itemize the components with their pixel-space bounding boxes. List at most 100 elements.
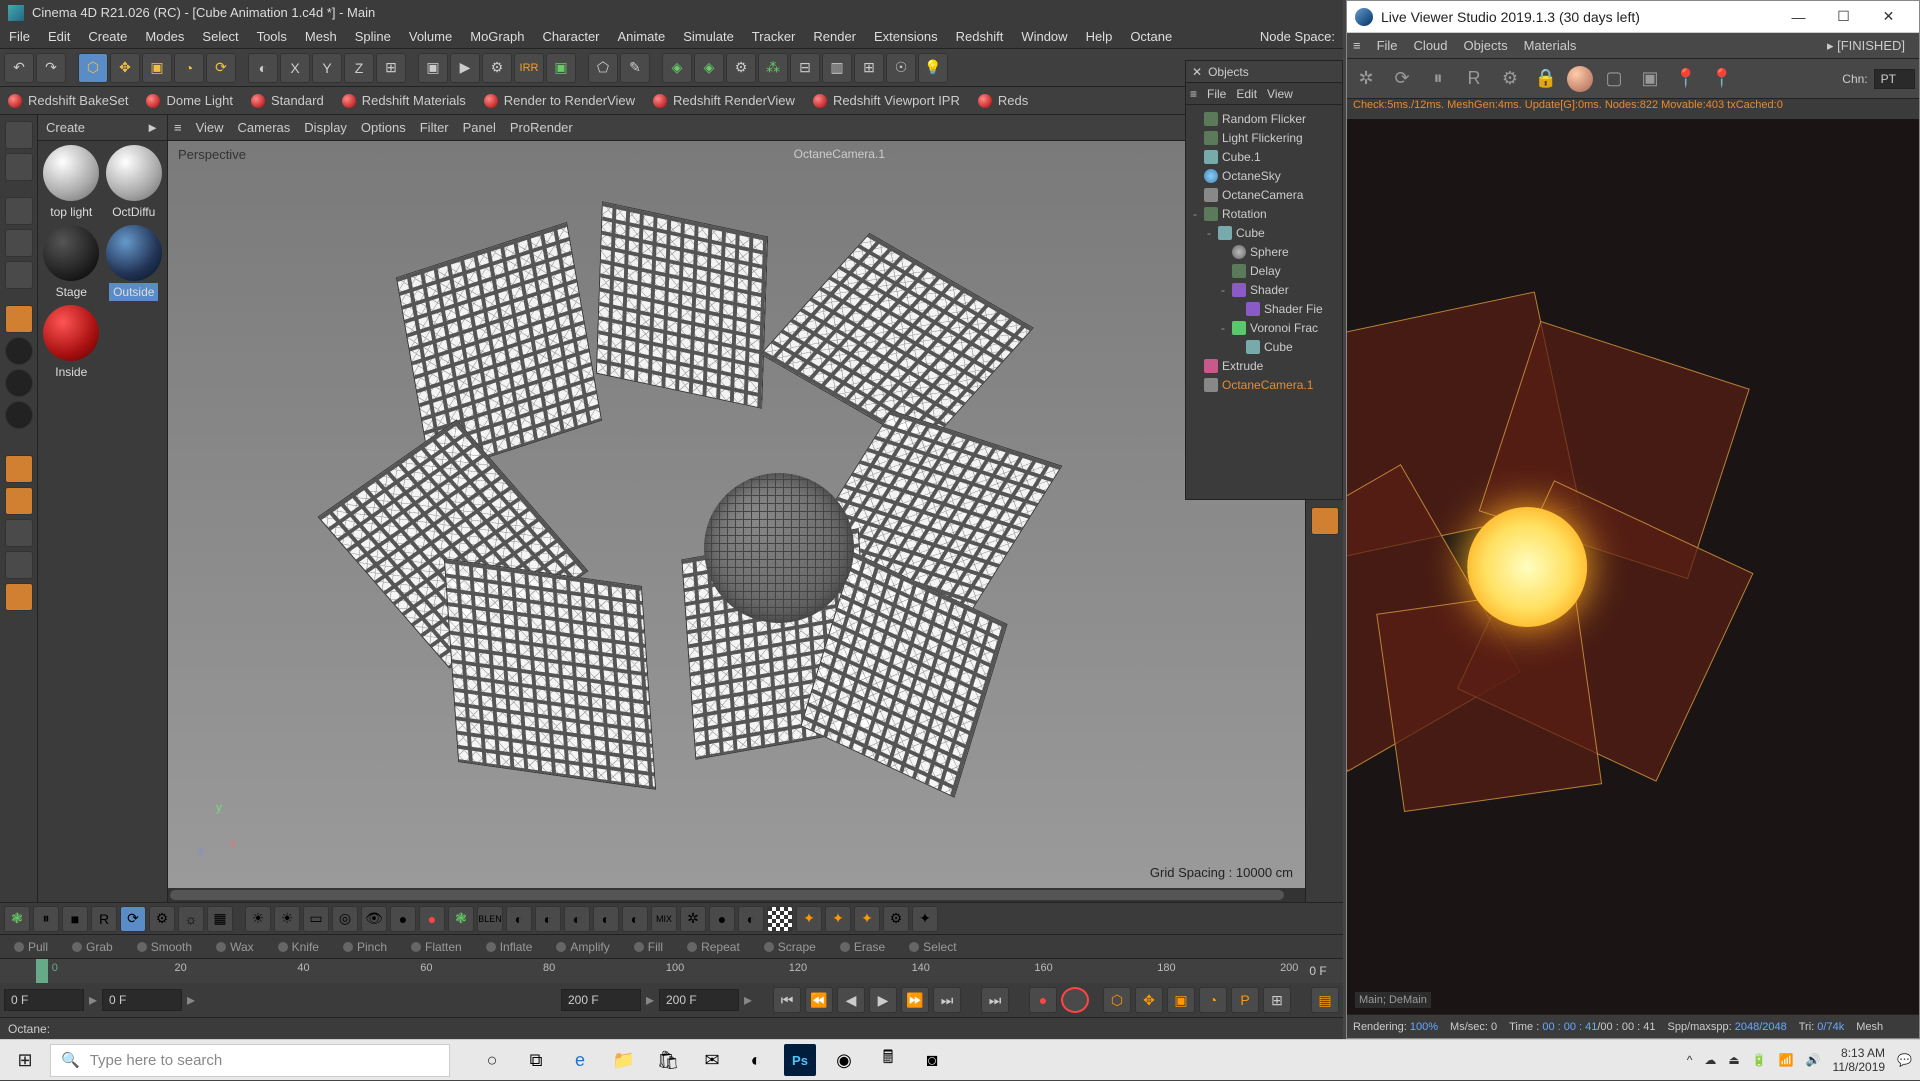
cube-primitive[interactable]: ▣ (546, 53, 576, 83)
sculpt-amplify[interactable]: Amplify (546, 937, 619, 957)
obj-menu-edit[interactable]: Edit (1236, 87, 1257, 101)
sculpt-fill[interactable]: Fill (624, 937, 673, 957)
live-menu-cloud[interactable]: Cloud (1414, 38, 1448, 53)
tool-s1[interactable] (5, 337, 33, 365)
menu-animate[interactable]: Animate (609, 25, 675, 48)
sun-2[interactable]: ☀ (274, 906, 300, 932)
explorer-icon[interactable]: 📁 (608, 1044, 640, 1076)
go-start[interactable]: ⏮ (773, 987, 801, 1013)
snap-1[interactable] (5, 455, 33, 483)
redshift-materials[interactable]: Redshift Materials (338, 91, 470, 110)
tray-up-icon[interactable]: ^ (1687, 1053, 1693, 1067)
c4d-taskbar-icon[interactable]: ◐ (740, 1044, 772, 1076)
menu-volume[interactable]: Volume (400, 25, 461, 48)
material-item[interactable]: Stage (42, 225, 101, 301)
menu-file[interactable]: File (0, 25, 39, 48)
object-row[interactable]: Shader Fie (1188, 299, 1340, 318)
deform-gear[interactable]: ⚙ (726, 53, 756, 83)
frame-current[interactable]: 0 F (102, 989, 182, 1011)
sculpt-knife[interactable]: Knife (268, 937, 329, 957)
wifi-icon[interactable]: 📶 (1779, 1053, 1794, 1067)
vp-prorender[interactable]: ProRender (510, 120, 573, 135)
gear-3[interactable]: ⚙ (883, 906, 909, 932)
menu-create[interactable]: Create (79, 25, 136, 48)
octane-gear[interactable]: ⚙ (149, 906, 175, 932)
snap-3[interactable] (5, 519, 33, 547)
light-tool[interactable]: ⊞ (854, 53, 884, 83)
menu-tools[interactable]: Tools (248, 25, 296, 48)
cortana-icon[interactable]: ○ (476, 1044, 508, 1076)
live-menu-file[interactable]: File (1377, 38, 1398, 53)
calculator-icon[interactable]: 🖩 (872, 1044, 904, 1076)
live-pause[interactable]: ⏸ (1423, 64, 1453, 94)
key-opt-1[interactable]: ⬡ (1103, 987, 1131, 1013)
eye-icon[interactable]: 👁 (361, 906, 387, 932)
key-opt-3[interactable]: ▣ (1167, 987, 1195, 1013)
axis-mode[interactable] (5, 305, 33, 333)
redshift-more[interactable]: Reds (974, 91, 1032, 110)
bulb-icon[interactable]: 💡 (918, 53, 948, 83)
scale-tool[interactable]: ▣ (142, 53, 172, 83)
octane-r[interactable]: R (91, 906, 117, 932)
autokey[interactable] (1061, 987, 1089, 1013)
object-row[interactable]: -Rotation (1188, 204, 1340, 223)
minimize-button[interactable]: — (1776, 1, 1821, 33)
vp-cameras[interactable]: Cameras (238, 120, 291, 135)
redshift-bakeset[interactable]: Redshift BakeSet (4, 91, 132, 110)
close-button[interactable]: ✕ (1866, 1, 1911, 33)
circle-1[interactable]: ◎ (332, 906, 358, 932)
object-tree[interactable]: Random FlickerLight FlickeringCube.1Octa… (1186, 105, 1342, 499)
vp-panels[interactable]: Panel (463, 120, 496, 135)
frame-end[interactable]: 200 F (561, 989, 641, 1011)
volume-icon[interactable]: 🔊 (1806, 1053, 1821, 1067)
redo-button[interactable]: ↷ (36, 53, 66, 83)
menu-render[interactable]: Render (804, 25, 865, 48)
axis-btn-z[interactable]: Z (344, 53, 374, 83)
sun-1[interactable]: ☀ (245, 906, 271, 932)
object-row[interactable]: -Shader (1188, 280, 1340, 299)
octane-refresh[interactable]: ⟳ (120, 906, 146, 932)
rtool-8[interactable] (1311, 507, 1339, 535)
live-aperture-icon[interactable]: ✲ (1351, 64, 1381, 94)
dope-sheet[interactable]: ▤ (1311, 987, 1339, 1013)
generator-2[interactable]: ◈ (694, 53, 724, 83)
sculpt-pinch[interactable]: Pinch (333, 937, 397, 957)
material-arrow-icon[interactable]: ► (146, 120, 159, 135)
sphere-5[interactable]: ◐ (622, 906, 648, 932)
battery-icon[interactable]: 🔋 (1752, 1053, 1767, 1067)
object-row[interactable]: Cube (1188, 337, 1340, 356)
redshift-renderview[interactable]: Redshift RenderView (649, 91, 799, 110)
rotate-tool[interactable]: ◔ (174, 53, 204, 83)
live-menu-materials[interactable]: Materials (1524, 38, 1577, 53)
material-item[interactable]: Outside (105, 225, 164, 301)
rect-1[interactable]: ▭ (303, 906, 329, 932)
object-row[interactable]: Random Flicker (1188, 109, 1340, 128)
poly-mode[interactable] (5, 261, 33, 289)
sculpt-smooth[interactable]: Smooth (127, 937, 202, 957)
coord-sys[interactable]: ⊞ (376, 53, 406, 83)
octane-pause[interactable]: ⏸ (33, 906, 59, 932)
octane-stop[interactable]: ■ (62, 906, 88, 932)
checker-icon[interactable] (767, 906, 793, 932)
snap-5[interactable] (5, 583, 33, 611)
octane-light[interactable]: ☼ (178, 906, 204, 932)
tool-s3[interactable] (5, 401, 33, 429)
material-item[interactable]: Inside (42, 305, 101, 381)
live-pin-1[interactable]: 📍 (1671, 64, 1701, 94)
camera-tool[interactable]: ▥ (822, 53, 852, 83)
usb-icon[interactable]: ⏏ (1728, 1053, 1739, 1067)
sculpt-select[interactable]: Select (899, 937, 966, 957)
live-refresh[interactable]: ⟳ (1387, 64, 1417, 94)
sculpt-flatten[interactable]: Flatten (401, 937, 472, 957)
next-frame[interactable]: ⏩ (901, 987, 929, 1013)
live-lock-icon[interactable]: 🔒 (1531, 64, 1561, 94)
objects-close-icon[interactable]: ✕ (1192, 65, 1202, 79)
material-item[interactable]: top light (42, 145, 101, 221)
green-spin[interactable]: ❃ (448, 906, 474, 932)
maximize-button[interactable]: ☐ (1821, 1, 1866, 33)
object-row[interactable]: Delay (1188, 261, 1340, 280)
render-play[interactable]: ▶ (450, 53, 480, 83)
object-row[interactable]: Extrude (1188, 356, 1340, 375)
menu-tracker[interactable]: Tracker (743, 25, 805, 48)
vp-display[interactable]: Display (304, 120, 347, 135)
